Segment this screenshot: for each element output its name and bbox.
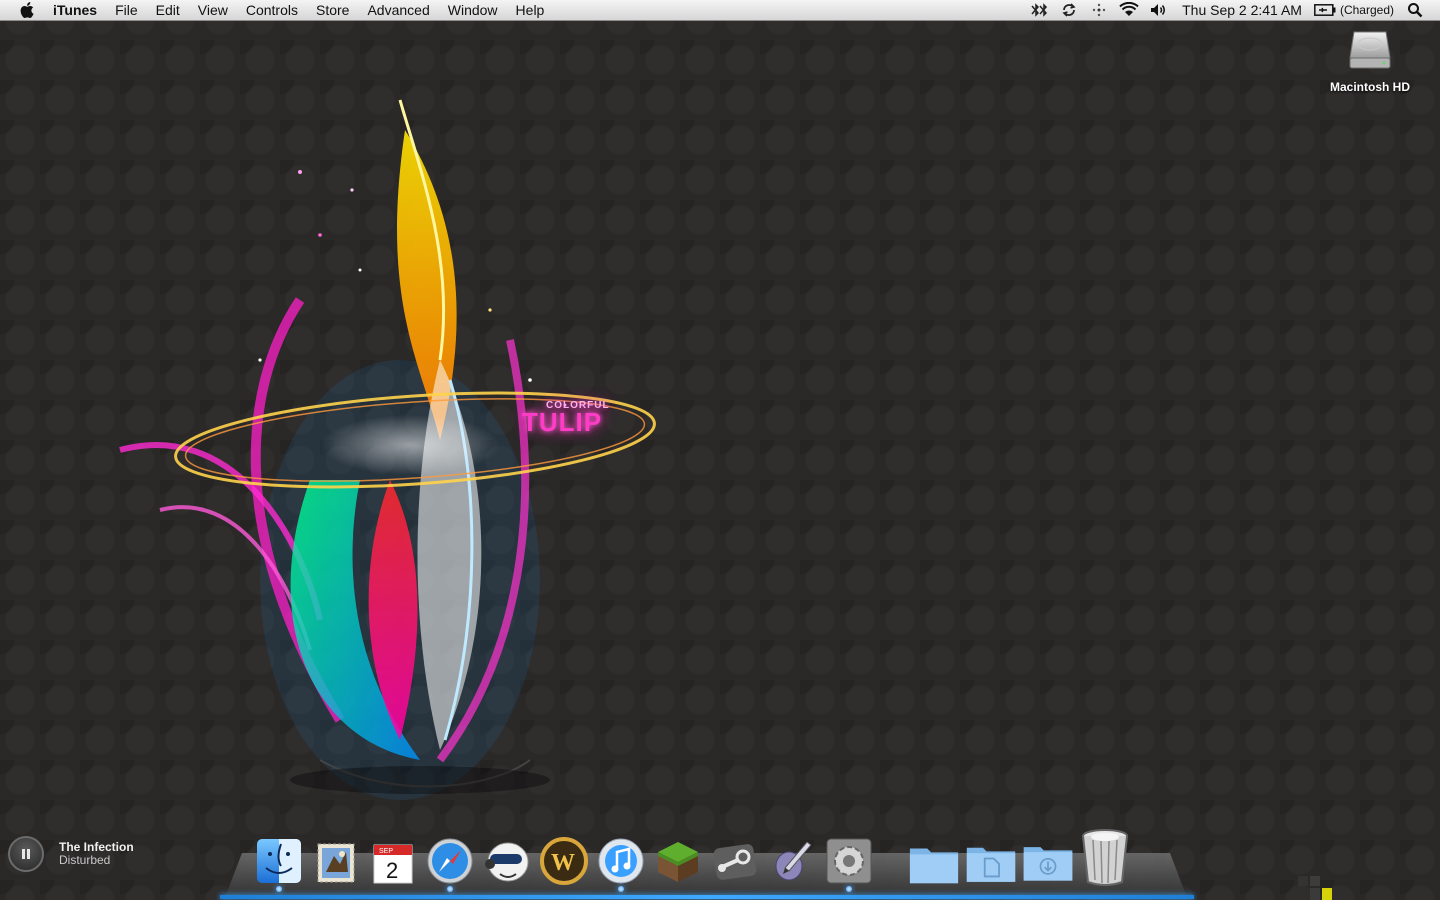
bluetooth-icon[interactable] xyxy=(1028,0,1050,21)
safari-icon xyxy=(427,838,472,884)
activity-icon[interactable] xyxy=(1088,0,1110,21)
svg-text:W: W xyxy=(551,850,575,876)
steam-icon xyxy=(713,844,756,880)
apple-menu-icon[interactable] xyxy=(16,0,38,21)
menu-view[interactable]: View xyxy=(189,0,237,21)
calendar-day: 2 xyxy=(386,858,398,883)
dock-item-steam[interactable] xyxy=(709,834,761,886)
dock-item-downloads-folder[interactable] xyxy=(1022,834,1074,886)
running-indicator xyxy=(617,886,624,892)
menu-edit[interactable]: Edit xyxy=(147,0,189,21)
wifi-icon[interactable] xyxy=(1118,0,1140,21)
adium-icon xyxy=(484,842,528,882)
track-artist: Disturbed xyxy=(59,853,111,867)
dock-item-script-editor[interactable] xyxy=(766,834,818,886)
menu-file[interactable]: File xyxy=(106,0,147,21)
now-playing-info: The Infection Disturbed xyxy=(59,841,134,867)
itunes-icon xyxy=(598,838,643,884)
menu-clock[interactable]: Thu Sep 2 2:41 AM xyxy=(1174,2,1310,18)
dock-item-minecraft[interactable] xyxy=(652,834,704,886)
finder-icon xyxy=(256,839,301,883)
minecraft-icon xyxy=(657,842,698,882)
status-menus: Thu Sep 2 2:41 AM (Charged) xyxy=(1024,0,1440,21)
applications-folder-icon xyxy=(909,848,958,884)
volume-icon[interactable] xyxy=(1148,0,1170,21)
running-indicator xyxy=(845,886,852,892)
battery-status[interactable]: (Charged) xyxy=(1310,3,1394,17)
battery-text: (Charged) xyxy=(1339,3,1394,17)
trash-icon xyxy=(1081,829,1128,886)
menu-window[interactable]: Window xyxy=(439,0,507,21)
mail-icon xyxy=(317,843,354,883)
world-of-warcraft-icon: W xyxy=(539,837,588,885)
calendar-month: SEP xyxy=(379,848,393,855)
system-preferences-icon xyxy=(826,838,871,884)
menu-help[interactable]: Help xyxy=(507,0,554,21)
ical-icon: SEP 2 xyxy=(373,844,412,884)
dock-indicator-line xyxy=(220,895,1194,899)
wallpaper-watermark xyxy=(1298,876,1332,900)
spotlight-icon[interactable] xyxy=(1404,0,1426,21)
running-indicator xyxy=(446,886,453,892)
pause-icon xyxy=(22,849,30,859)
desktop-item-macintosh-hd[interactable]: Macintosh HD xyxy=(1320,28,1420,94)
wallpaper-title-big: TULIP xyxy=(522,407,603,437)
dock-item-mail[interactable] xyxy=(310,834,362,886)
dock-item-system-preferences[interactable] xyxy=(823,834,875,892)
menu-store[interactable]: Store xyxy=(307,0,358,21)
app-menu-itunes[interactable]: iTunes xyxy=(44,0,106,21)
wallpaper-title: COLORFUL TULIP xyxy=(522,400,610,436)
sync-icon[interactable] xyxy=(1058,0,1080,21)
desktop-item-label: Macintosh HD xyxy=(1329,80,1410,94)
documents-folder-icon xyxy=(966,847,1015,882)
script-editor-icon xyxy=(775,841,812,881)
now-playing-widget: The Infection Disturbed xyxy=(8,836,134,872)
dock-item-ical[interactable]: SEP 2 xyxy=(367,834,419,886)
pause-button[interactable] xyxy=(8,836,44,872)
dock: SEP 2 W xyxy=(250,824,1133,892)
dock-item-documents-folder[interactable] xyxy=(965,834,1017,886)
battery-icon xyxy=(1314,4,1336,16)
dock-item-finder[interactable] xyxy=(253,834,305,892)
wallpaper-tulip-art xyxy=(119,99,656,800)
dock-item-world-of-warcraft[interactable]: W xyxy=(538,834,590,886)
running-indicator xyxy=(275,886,282,892)
dock-item-itunes[interactable] xyxy=(595,834,647,892)
downloads-folder-icon xyxy=(1023,847,1072,881)
dock-item-applications-folder[interactable] xyxy=(908,834,960,886)
dock-item-safari[interactable] xyxy=(424,834,476,892)
menu-bar: iTunes File Edit View Controls Store Adv… xyxy=(0,0,1440,21)
hard-drive-icon xyxy=(1348,28,1392,72)
dock-item-trash[interactable] xyxy=(1079,829,1131,886)
menu-advanced[interactable]: Advanced xyxy=(358,0,438,21)
menu-controls[interactable]: Controls xyxy=(237,0,307,21)
dock-item-adium[interactable] xyxy=(481,834,533,886)
